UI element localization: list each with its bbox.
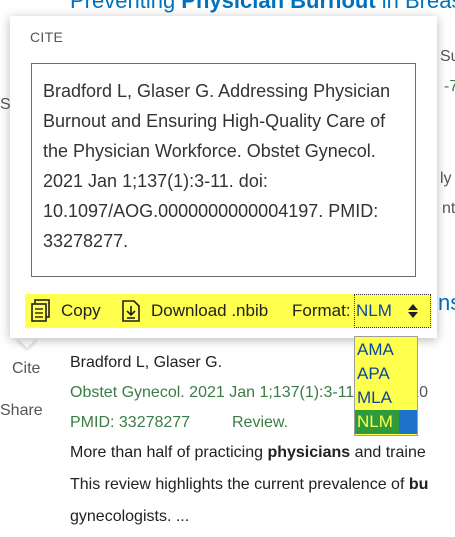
snippet-text: More than half of practicing	[70, 444, 268, 461]
right-fragment-5: ns	[438, 290, 455, 315]
article-authors: Bradford L, Glaser G.	[70, 354, 223, 371]
cite-popup: CITE Bradford L, Glaser G. Addressing Ph…	[10, 16, 437, 338]
format-option-mla[interactable]: MLA	[355, 386, 417, 410]
snippet-line: gynecologists. ...	[70, 508, 189, 526]
right-fragment-4: nt	[442, 200, 455, 217]
format-select[interactable]: NLM	[354, 294, 431, 328]
right-fragment-2: -7	[444, 78, 455, 95]
format-option-nlm[interactable]: NLM	[355, 410, 417, 434]
article-title-link[interactable]: Preventing Physician Burnout in Breas	[70, 0, 455, 14]
right-fragment-3: ly	[440, 170, 452, 187]
snippet-highlight: bu	[408, 476, 429, 493]
format-selected-value: NLM	[356, 301, 392, 320]
format-option-ama[interactable]: AMA	[355, 338, 417, 362]
title-bold: Physician Burnout	[181, 0, 376, 13]
format-option-nlm-label: NLM	[357, 412, 393, 431]
select-arrows-icon	[407, 303, 419, 324]
copy-label: Copy	[61, 301, 101, 320]
article-type: Review.	[232, 414, 289, 431]
citation-textbox[interactable]: Bradford L, Glaser G. Addressing Physici…	[31, 63, 416, 277]
snippet-text: and traine	[350, 444, 426, 461]
snippet-text: This review highlights the current preva…	[70, 476, 409, 493]
cite-toolbar: Copy Download .nbib Format: NLM	[25, 294, 431, 328]
share-button[interactable]: Share	[0, 402, 43, 420]
download-nbib-button[interactable]: Download .nbib	[121, 294, 281, 328]
format-option-apa[interactable]: APA	[355, 362, 417, 386]
format-dropdown-list: AMA APA MLA NLM	[354, 336, 418, 436]
snippet-highlight: physicians	[267, 444, 351, 461]
snippet-line: This review highlights the current preva…	[70, 476, 428, 494]
title-fragment: Preventing	[70, 0, 182, 13]
snippet-line: More than half of practicing physicians …	[70, 444, 426, 462]
snippet-text: gynecologists. ...	[70, 508, 190, 525]
copy-icon	[31, 299, 51, 335]
right-fragment-1: Su	[440, 48, 455, 65]
download-icon	[121, 299, 141, 335]
title-tail: in Breas	[375, 0, 455, 13]
popup-heading: CITE	[30, 29, 64, 45]
format-label: Format:	[292, 301, 351, 320]
article-citation: Obstet Gynecol. 2021 Jan 1;137(1):3-11.	[70, 384, 359, 401]
copy-button[interactable]: Copy	[31, 294, 103, 328]
download-label: Download .nbib	[151, 301, 269, 320]
cite-button[interactable]: Cite	[12, 360, 40, 378]
article-pmid: PMID: 33278277	[70, 414, 191, 431]
